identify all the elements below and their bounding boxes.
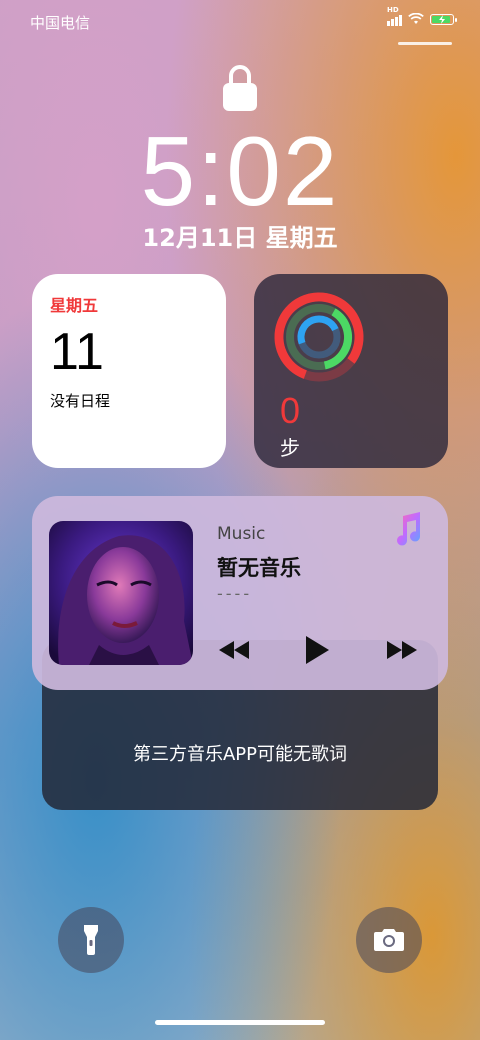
home-indicator[interactable]	[155, 1020, 325, 1025]
flashlight-icon	[84, 925, 98, 955]
calendar-widget[interactable]: 星期五 11 没有日程	[32, 274, 226, 468]
calendar-day: 11	[50, 323, 104, 381]
next-icon	[387, 641, 417, 659]
music-app-name: Music	[217, 524, 266, 544]
lyrics-text: 第三方音乐APP可能无歌词	[132, 744, 348, 765]
play-button[interactable]	[300, 634, 334, 666]
clock-date: 12月11日 星期五	[142, 224, 338, 252]
flashlight-button[interactable]	[58, 907, 124, 973]
lock-icon	[223, 65, 257, 111]
network-label: HD	[387, 6, 399, 14]
activity-widget[interactable]: 0 步	[254, 274, 448, 468]
music-title: 暂无音乐	[217, 556, 301, 580]
activity-rings-icon	[274, 292, 364, 382]
status-icons: HD	[387, 6, 457, 26]
calendar-weekday: 星期五	[50, 296, 99, 315]
album-art[interactable]	[49, 521, 193, 665]
camera-button[interactable]	[356, 907, 422, 973]
next-button[interactable]	[384, 634, 420, 666]
control-center-handle[interactable]	[398, 42, 452, 45]
cellular-signal-icon: HD	[387, 6, 402, 26]
clock-time: 5:02	[140, 116, 340, 226]
steps-count: 0	[280, 390, 301, 431]
battery-icon	[430, 13, 457, 25]
calendar-events-text: 没有日程	[50, 392, 111, 410]
steps-unit: 步	[280, 436, 300, 460]
play-icon	[306, 636, 329, 664]
wifi-icon	[408, 13, 424, 24]
camera-icon	[374, 929, 404, 951]
carrier-label: 中国电信	[30, 14, 91, 32]
previous-icon	[219, 641, 249, 659]
music-widget[interactable]: Music 暂无音乐 ----	[32, 496, 448, 690]
music-artist: ----	[217, 584, 253, 603]
previous-button[interactable]	[216, 634, 252, 666]
music-note-icon[interactable]	[392, 512, 424, 546]
